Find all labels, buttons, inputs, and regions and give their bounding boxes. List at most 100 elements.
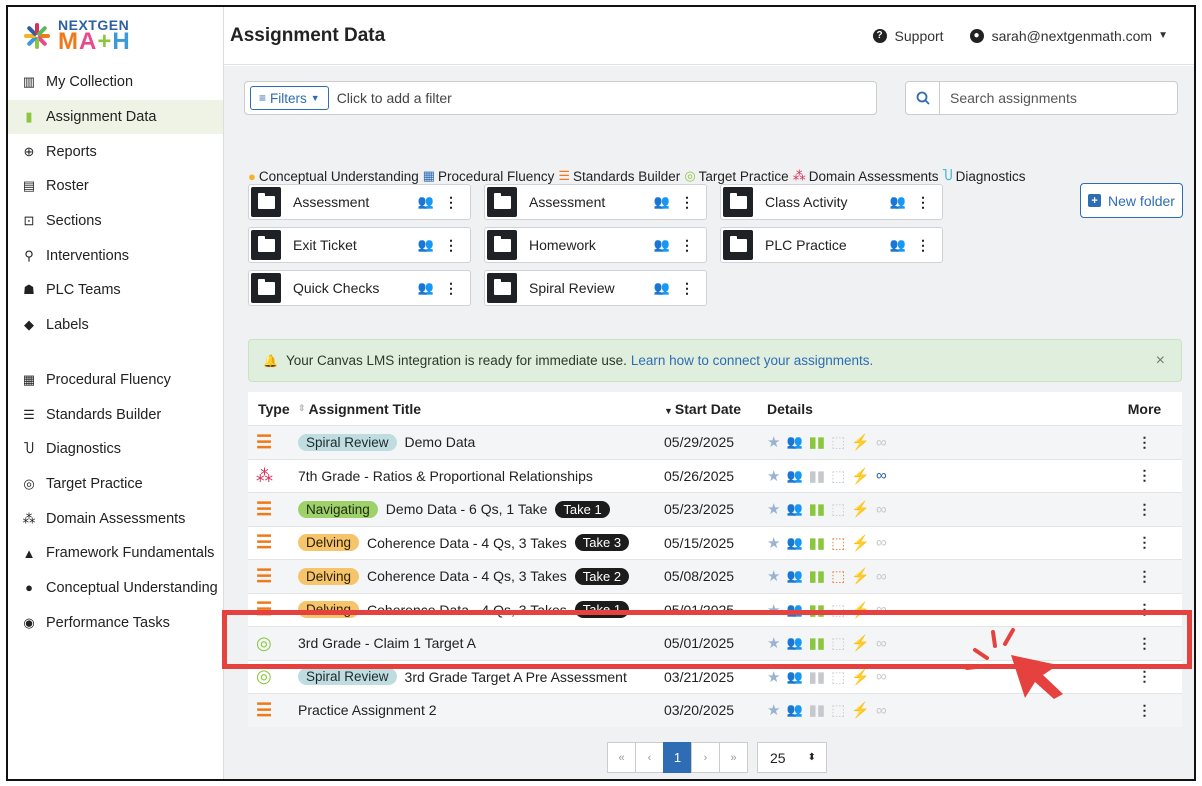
search-button[interactable] xyxy=(906,82,940,114)
sidebar-item-standards-builder[interactable]: ☰ Standards Builder xyxy=(8,397,223,432)
filters-button[interactable]: ≡ Filters ▼ xyxy=(250,86,329,110)
title-cell[interactable]: Spiral Review 3rd Grade Target A Pre Asse… xyxy=(298,668,664,686)
square-dashed-icon[interactable]: ⬚ xyxy=(831,668,845,686)
sidebar-item-framework-fundamentals[interactable]: ▲ Framework Fundamentals xyxy=(8,536,223,571)
title-cell[interactable]: Practice Assignment 2 xyxy=(298,702,664,718)
folder-more-button[interactable]: ⋮ xyxy=(680,194,694,211)
folder-more-button[interactable]: ⋮ xyxy=(680,280,694,297)
users-icon[interactable]: 👥 xyxy=(786,669,802,685)
sidebar-item-performance-tasks[interactable]: ◉ Performance Tasks xyxy=(8,605,223,640)
star-icon[interactable]: ★ xyxy=(767,701,780,719)
user-menu[interactable]: ● sarah@nextgenmath.com ▼ xyxy=(969,28,1168,44)
sidebar-item-reports[interactable]: ⊕ Reports xyxy=(8,134,223,169)
users-icon[interactable]: 👥 xyxy=(786,568,802,584)
current-page-button[interactable]: 1 xyxy=(663,742,692,773)
sidebar-item-sections[interactable]: ⊡ Sections xyxy=(8,204,223,239)
table-row[interactable]: ☰ Delving Coherence Data - 4 Qs, 3 Takes T… xyxy=(248,559,1182,593)
folder-more-button[interactable]: ⋮ xyxy=(916,194,930,211)
link-icon[interactable]: ∞ xyxy=(876,702,887,719)
folder-card[interactable]: PLC Practice 👥 ⋮ xyxy=(720,227,943,263)
users-icon[interactable]: 👥 xyxy=(786,468,802,484)
bolt-icon[interactable]: ⚡ xyxy=(851,668,870,686)
star-icon[interactable]: ★ xyxy=(767,500,780,518)
star-icon[interactable]: ★ xyxy=(767,668,780,686)
users-icon[interactable]: 👥 xyxy=(786,702,802,718)
row-more-button[interactable]: ⋮ xyxy=(1107,434,1182,451)
bolt-icon[interactable]: ⚡ xyxy=(851,534,870,552)
search-input[interactable] xyxy=(950,90,1160,106)
sidebar-item-plc-teams[interactable]: ☗ PLC Teams xyxy=(8,273,223,308)
support-link[interactable]: ? Support xyxy=(872,28,944,44)
link-icon[interactable]: ∞ xyxy=(876,501,887,518)
table-row[interactable]: ⁂ 7th Grade - Ratios & Proportional Rela… xyxy=(248,458,1182,492)
square-dashed-icon[interactable]: ⬚ xyxy=(831,433,845,451)
link-icon[interactable]: ∞ xyxy=(876,568,887,585)
sidebar-item-procedural-fluency[interactable]: ▦ Procedural Fluency xyxy=(8,363,223,398)
bar-chart-icon[interactable]: ▮▮ xyxy=(809,534,826,552)
square-dashed-icon[interactable]: ⬚ xyxy=(831,500,845,518)
link-icon[interactable]: ∞ xyxy=(876,467,887,484)
sidebar-item-diagnostics[interactable]: Ⴎ Diagnostics xyxy=(8,432,223,467)
folder-card[interactable]: Assessment 👥 ⋮ xyxy=(248,184,471,220)
sidebar-item-my-collection[interactable]: ▥ My Collection xyxy=(8,65,223,100)
bolt-icon[interactable]: ⚡ xyxy=(851,567,870,585)
link-icon[interactable]: ∞ xyxy=(876,434,887,451)
close-icon[interactable]: × xyxy=(1156,352,1165,370)
users-icon[interactable]: 👥 xyxy=(786,501,802,517)
folder-card[interactable]: Exit Ticket 👥 ⋮ xyxy=(248,227,471,263)
sidebar-item-target-practice[interactable]: ◎ Target Practice xyxy=(8,467,223,502)
first-page-button[interactable]: « xyxy=(607,742,636,773)
sidebar-item-interventions[interactable]: ⚲ Interventions xyxy=(8,238,223,273)
bolt-icon[interactable]: ⚡ xyxy=(851,467,870,485)
folder-more-button[interactable]: ⋮ xyxy=(916,237,930,254)
col-date-header[interactable]: ▼ Start Date xyxy=(664,401,767,417)
square-dashed-icon[interactable]: ⬚ xyxy=(831,534,845,552)
prev-page-button[interactable]: ‹ xyxy=(635,742,664,773)
folder-more-button[interactable]: ⋮ xyxy=(680,237,694,254)
link-icon[interactable]: ∞ xyxy=(876,668,887,685)
sidebar-item-assignment-data[interactable]: ▮ Assignment Data xyxy=(8,99,223,135)
filter-placeholder[interactable]: Click to add a filter xyxy=(337,90,452,106)
folder-more-button[interactable]: ⋮ xyxy=(444,280,458,297)
new-folder-button[interactable]: + New folder xyxy=(1080,183,1183,218)
star-icon[interactable]: ★ xyxy=(767,433,780,451)
title-cell[interactable]: Delving Coherence Data - 4 Qs, 3 Takes Tak… xyxy=(298,534,664,552)
bar-chart-icon[interactable]: ▮▮ xyxy=(809,668,826,686)
next-page-button[interactable]: › xyxy=(691,742,720,773)
title-cell[interactable]: Delving Coherence Data - 4 Qs, 3 Takes Tak… xyxy=(298,567,664,585)
sidebar-item-labels[interactable]: ◆ Labels xyxy=(8,308,223,343)
folder-more-button[interactable]: ⋮ xyxy=(444,237,458,254)
table-row[interactable]: ☰ Spiral Review Demo Data 05/29/2025 ★ 👥 … xyxy=(248,425,1182,459)
folder-card[interactable]: Spiral Review 👥 ⋮ xyxy=(484,270,707,306)
title-cell[interactable]: Spiral Review Demo Data xyxy=(298,433,664,451)
folder-card[interactable]: Class Activity 👥 ⋮ xyxy=(720,184,943,220)
row-more-button[interactable]: ⋮ xyxy=(1107,568,1182,585)
row-more-button[interactable]: ⋮ xyxy=(1107,668,1182,685)
last-page-button[interactable]: » xyxy=(719,742,748,773)
bolt-icon[interactable]: ⚡ xyxy=(851,500,870,518)
folder-card[interactable]: Quick Checks 👥 ⋮ xyxy=(248,270,471,306)
col-title-header[interactable]: ⇕ Assignment Title xyxy=(298,401,664,417)
square-dashed-icon[interactable]: ⬚ xyxy=(831,701,845,719)
learn-more-link[interactable]: Learn how to connect your assignments. xyxy=(631,353,873,368)
page-size-select[interactable]: 25 ⬍ xyxy=(757,742,827,773)
square-dashed-icon[interactable]: ⬚ xyxy=(831,567,845,585)
bar-chart-icon[interactable]: ▮▮ xyxy=(809,500,826,518)
bar-chart-icon[interactable]: ▮▮ xyxy=(809,467,826,485)
sidebar-item-roster[interactable]: ▤ Roster xyxy=(8,169,223,204)
row-more-button[interactable]: ⋮ xyxy=(1107,534,1182,551)
bar-chart-icon[interactable]: ▮▮ xyxy=(809,433,826,451)
star-icon[interactable]: ★ xyxy=(767,534,780,552)
row-more-button[interactable]: ⋮ xyxy=(1107,467,1182,484)
link-icon[interactable]: ∞ xyxy=(876,534,887,551)
folder-card[interactable]: Assessment 👥 ⋮ xyxy=(484,184,707,220)
square-dashed-icon[interactable]: ⬚ xyxy=(831,467,845,485)
users-icon[interactable]: 👥 xyxy=(786,434,802,450)
table-row[interactable]: ☰ Navigating Demo Data - 6 Qs, 1 Take Take… xyxy=(248,492,1182,526)
title-cell[interactable]: Navigating Demo Data - 6 Qs, 1 Take Take 1 xyxy=(298,500,664,518)
star-icon[interactable]: ★ xyxy=(767,467,780,485)
sidebar-item-domain-assessments[interactable]: ⁂ Domain Assessments xyxy=(8,501,223,536)
users-icon[interactable]: 👥 xyxy=(786,535,802,551)
folder-more-button[interactable]: ⋮ xyxy=(444,194,458,211)
folder-card[interactable]: Homework 👥 ⋮ xyxy=(484,227,707,263)
